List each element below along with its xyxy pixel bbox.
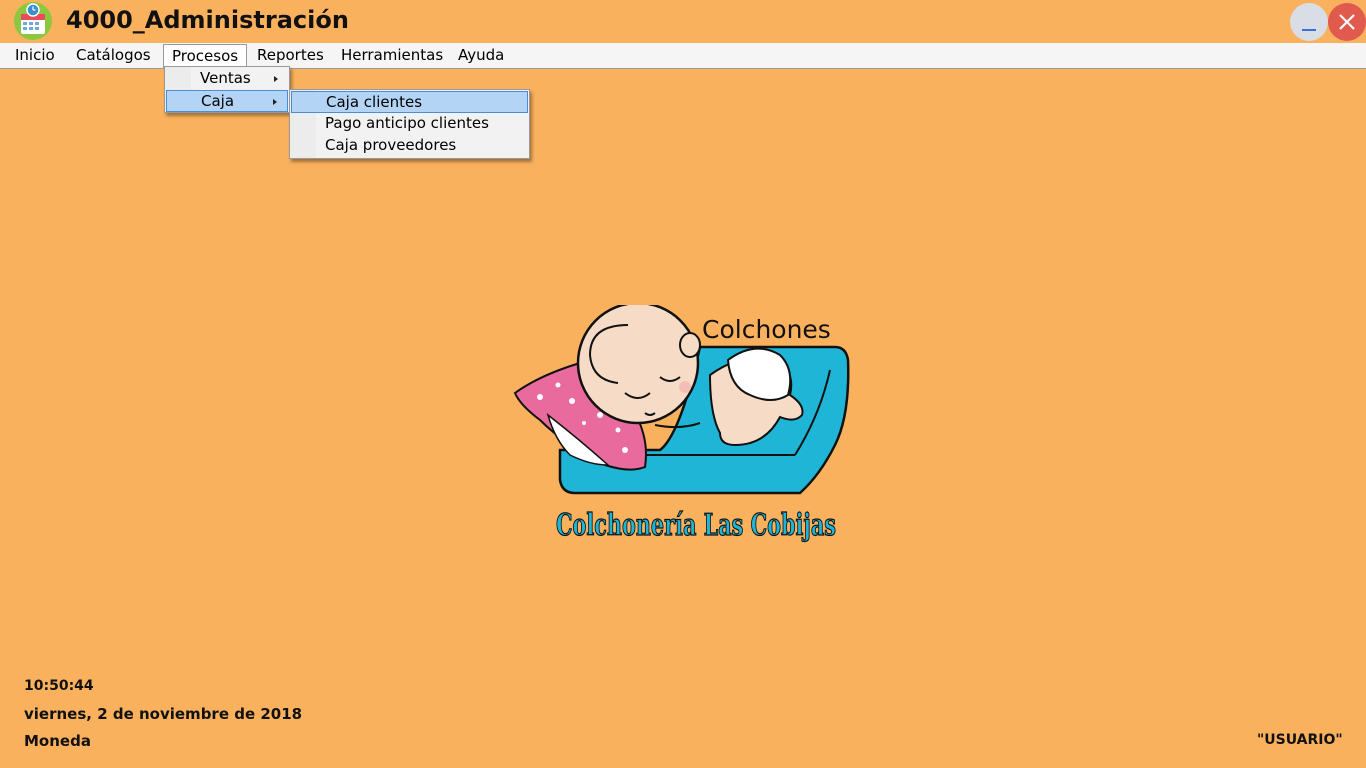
logo-brand-text: Colchonería Las Cobijas bbox=[556, 508, 836, 543]
menu-item-caja-label: Caja bbox=[201, 92, 235, 110]
menu-ayuda[interactable]: Ayuda bbox=[450, 44, 512, 68]
menu-reportes[interactable]: Reportes bbox=[249, 44, 332, 68]
menu-item-caja-proveedores[interactable]: Caja proveedores bbox=[291, 135, 528, 157]
menu-item-caja-clientes[interactable]: Caja clientes bbox=[291, 91, 528, 113]
minimize-icon bbox=[1302, 29, 1316, 31]
calendar-clock-icon bbox=[14, 2, 52, 40]
menu-item-pago-anticipo-clientes[interactable]: Pago anticipo clientes bbox=[291, 113, 528, 135]
current-date: viernes, 2 de noviembre de 2018 bbox=[24, 705, 303, 723]
menu-inicio[interactable]: Inicio bbox=[7, 44, 63, 68]
submenu-arrow-icon bbox=[273, 99, 277, 105]
close-icon bbox=[1339, 14, 1355, 30]
company-logo: Colchones Colchonería Las Cobijas bbox=[513, 305, 850, 544]
menu-item-caja[interactable]: Caja bbox=[166, 90, 288, 112]
close-button[interactable] bbox=[1328, 3, 1366, 41]
title-bar: 4000_Administración bbox=[0, 0, 1366, 42]
menu-item-caja-clientes-label: Caja clientes bbox=[326, 93, 423, 111]
submenu-arrow-icon bbox=[274, 76, 278, 82]
clock-time: 10:50:44 bbox=[24, 678, 94, 694]
minimize-button[interactable] bbox=[1290, 3, 1328, 41]
currency-label: Moneda bbox=[24, 732, 91, 750]
caja-submenu: Caja clientes Pago anticipo clientes Caj… bbox=[289, 89, 530, 159]
procesos-dropdown: Ventas Caja bbox=[164, 66, 290, 113]
menu-catalogos[interactable]: Catálogos bbox=[68, 44, 159, 68]
menu-item-ventas-label: Ventas bbox=[200, 69, 251, 87]
menu-item-pago-anticipo-label: Pago anticipo clientes bbox=[325, 114, 489, 132]
menu-herramientas[interactable]: Herramientas bbox=[333, 44, 451, 68]
user-label: "USUARIO" bbox=[1257, 732, 1343, 748]
menu-item-ventas[interactable]: Ventas bbox=[166, 68, 288, 90]
logo-top-text: Colchones bbox=[702, 315, 831, 344]
menu-item-caja-proveedores-label: Caja proveedores bbox=[325, 136, 457, 154]
window-title: 4000_Administración bbox=[66, 6, 349, 34]
